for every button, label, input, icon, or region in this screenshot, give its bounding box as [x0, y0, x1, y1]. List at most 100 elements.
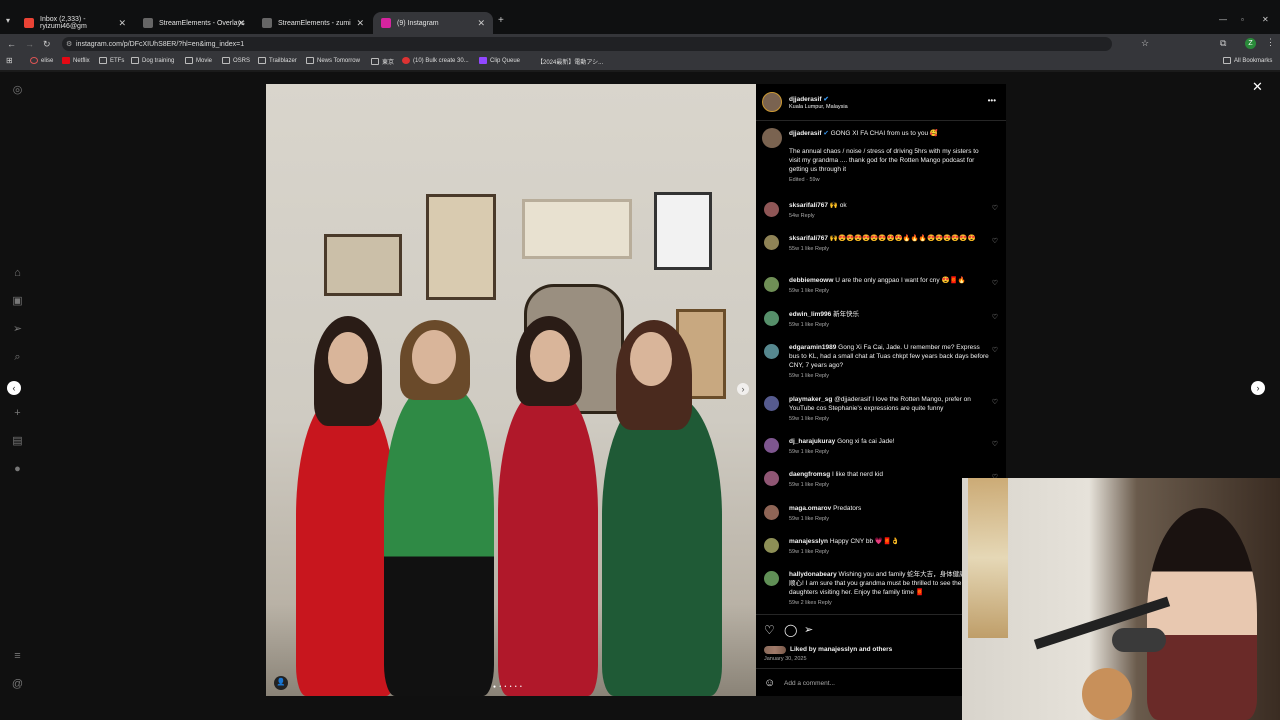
likes-summary[interactable]: Liked by manajesslyn and others	[790, 646, 892, 653]
next-image-button[interactable]: ›	[737, 383, 749, 395]
back-icon[interactable]: ←	[7, 39, 16, 49]
next-post-button[interactable]: ›	[1251, 381, 1265, 395]
comment-icon[interactable]: ◯	[784, 623, 797, 637]
messages-icon[interactable]: ➢	[11, 323, 24, 336]
close-window-icon[interactable]: ✕	[1262, 15, 1269, 24]
tab-instagram[interactable]: (9) Instagram ✕	[373, 12, 493, 34]
bookmark-folder[interactable]: All Bookmarks	[1223, 57, 1272, 64]
bookmark-star-icon[interactable]: ☆	[1141, 38, 1149, 49]
minimize-icon[interactable]: —	[1219, 15, 1227, 24]
comment-username[interactable]: hallydonabeary	[789, 571, 837, 578]
comment-like-icon[interactable]: ♡	[992, 237, 998, 245]
apps-icon[interactable]: ⊞	[6, 56, 13, 65]
like-icon[interactable]: ♡	[764, 623, 775, 637]
bookmark-item[interactable]: Clip Queue	[479, 57, 520, 64]
tab-streamelements-zumi[interactable]: StreamElements - zumi ✕	[254, 12, 372, 34]
instagram-logo-icon[interactable]: ◎	[11, 84, 24, 97]
comment-username[interactable]: playmaker_sg	[789, 396, 832, 403]
bookmark-folder[interactable]: Dog training	[131, 57, 174, 64]
comment-like-icon[interactable]: ♡	[992, 313, 998, 321]
bookmark-folder[interactable]: News Tomorrow	[306, 57, 360, 64]
more-menu-icon[interactable]: ≡	[11, 650, 24, 663]
post-author[interactable]: djjaderasif ✔	[789, 95, 829, 103]
commenter-avatar[interactable]	[764, 277, 779, 292]
extensions-icon[interactable]: ⧉	[1220, 38, 1226, 49]
more-options-icon[interactable]: •••	[988, 96, 996, 105]
close-tab-icon[interactable]: ✕	[356, 18, 364, 29]
comment-username[interactable]: sksarifali767	[789, 235, 828, 242]
commenter-avatar[interactable]	[764, 505, 779, 520]
bookmark-folder[interactable]: Trailblazer	[258, 57, 297, 64]
close-tab-icon[interactable]: ✕	[237, 18, 245, 29]
comment-meta[interactable]: 59w 1 like Reply	[789, 415, 989, 424]
comment-username[interactable]: debbiemeoww	[789, 277, 833, 284]
tab-gmail[interactable]: Inbox (2,333) - ryizumi46@gm ✕	[16, 12, 134, 34]
profile-avatar[interactable]: Z	[1245, 38, 1256, 49]
comment-username[interactable]: daengfromsg	[789, 471, 830, 478]
commenter-avatar[interactable]	[764, 471, 779, 486]
dashboard-icon[interactable]: ▤	[11, 435, 24, 448]
tab-search-icon[interactable]: ▾	[6, 16, 10, 25]
bookmark-item[interactable]: (10) Bulk create 30...	[402, 57, 469, 64]
author-avatar[interactable]	[762, 92, 782, 112]
tab-streamelements-overlays[interactable]: StreamElements - Overlays ✕	[135, 12, 253, 34]
commenter-avatar[interactable]	[764, 235, 779, 250]
comment-like-icon[interactable]: ♡	[992, 279, 998, 287]
comment-like-icon[interactable]: ♡	[992, 398, 998, 406]
menu-icon[interactable]: ⋮	[1266, 37, 1275, 48]
comment-meta[interactable]: 59w 1 like Reply	[789, 515, 989, 524]
add-comment-input[interactable]: Add a comment...	[784, 680, 835, 687]
commenter-avatar[interactable]	[764, 202, 779, 217]
search-icon[interactable]: ⌕	[11, 351, 24, 364]
post-location[interactable]: Kuala Lumpur, Malaysia	[789, 104, 848, 110]
commenter-avatar[interactable]	[764, 438, 779, 453]
comment-username[interactable]: edgaramin1989	[789, 344, 836, 351]
forward-icon[interactable]: →	[25, 39, 34, 49]
close-modal-icon[interactable]: ✕	[1252, 79, 1263, 95]
close-tab-icon[interactable]: ✕	[477, 18, 485, 29]
commenter-avatar[interactable]	[764, 344, 779, 359]
comment-like-icon[interactable]: ♡	[992, 204, 998, 212]
bookmark-folder[interactable]: ETFs	[99, 57, 124, 64]
comment-meta[interactable]: 59w 1 like Reply	[789, 481, 989, 490]
home-icon[interactable]: ⌂	[11, 267, 24, 280]
post-photo[interactable]: › 👤 ● • • • • •	[266, 84, 756, 696]
comment-username[interactable]: edwin_lim996	[789, 311, 831, 318]
comment-username[interactable]: dj_harajukuray	[789, 438, 835, 445]
tagged-users-icon[interactable]: 👤	[274, 676, 288, 690]
comment-like-icon[interactable]: ♡	[992, 346, 998, 354]
reels-icon[interactable]: ▣	[11, 295, 24, 308]
bookmark-item[interactable]: Netflix	[62, 57, 90, 64]
comment-username[interactable]: sksarifali767	[789, 202, 828, 209]
bookmark-item[interactable]: elise	[30, 57, 53, 64]
share-icon[interactable]: ➢	[804, 623, 813, 636]
comment-username[interactable]: manajesslyn	[789, 538, 828, 545]
comment-meta[interactable]: 59w 2 likes Reply	[789, 599, 989, 608]
previous-post-button[interactable]: ‹	[7, 381, 21, 395]
bookmark-item[interactable]: 【2024最新】電動アシ...	[537, 57, 603, 66]
comment-username[interactable]: maga.omarov	[789, 505, 831, 512]
commenter-avatar[interactable]	[764, 311, 779, 326]
commenter-avatar[interactable]	[764, 538, 779, 553]
comment-meta[interactable]: 59w 1 like Reply	[789, 287, 989, 296]
comment-meta[interactable]: 59w 1 like Reply	[789, 321, 989, 330]
url-field[interactable]: ⚙ instagram.com/p/DFcXIUhS8ER/?hl=en&img…	[62, 37, 1112, 51]
comment-meta[interactable]: 59w 1 like Reply	[789, 372, 989, 381]
commenter-avatar[interactable]	[764, 571, 779, 586]
maximize-icon[interactable]: ▫	[1241, 15, 1244, 24]
threads-icon[interactable]: @	[11, 678, 24, 691]
create-icon[interactable]: +	[11, 407, 24, 420]
emoji-icon[interactable]: ☺	[764, 677, 775, 689]
site-info-icon[interactable]: ⚙	[66, 40, 72, 48]
comment-meta[interactable]: 55w 1 like Reply	[789, 245, 989, 254]
reload-icon[interactable]: ↻	[43, 39, 51, 50]
bookmark-folder[interactable]: OSRS	[222, 57, 250, 64]
profile-icon[interactable]: ●	[11, 463, 24, 476]
close-tab-icon[interactable]: ✕	[118, 18, 126, 29]
new-tab-icon[interactable]: +	[498, 15, 504, 26]
bookmark-folder[interactable]: Movie	[185, 57, 212, 64]
bookmark-folder[interactable]: 東京	[371, 57, 394, 66]
comment-meta[interactable]: 59w 1 like Reply	[789, 448, 989, 457]
comment-like-icon[interactable]: ♡	[992, 440, 998, 448]
caption-avatar[interactable]	[762, 128, 782, 148]
